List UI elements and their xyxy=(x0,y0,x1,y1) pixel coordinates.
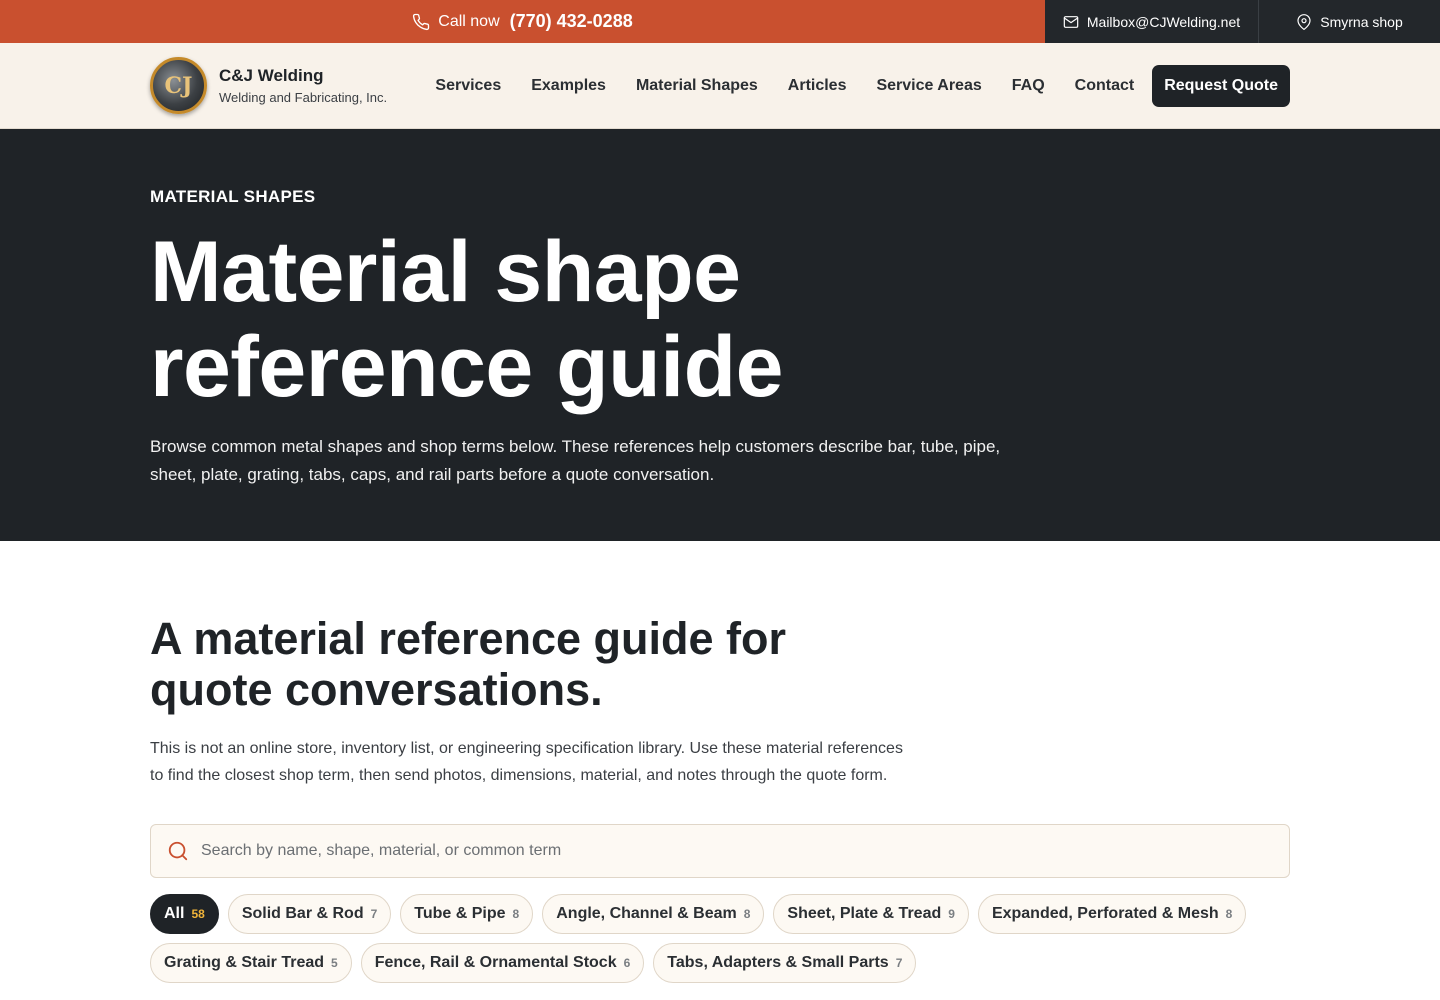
nav-material-shapes[interactable]: Material Shapes xyxy=(621,77,773,95)
filter-chip-grating-stair-tread[interactable]: Grating & Stair Tread 5 xyxy=(150,943,352,983)
site-header: CJ C&J Welding Welding and Fabricating, … xyxy=(0,43,1440,129)
hero-title-line-2: reference guide xyxy=(150,319,783,415)
filter-chip-label: Expanded, Perforated & Mesh xyxy=(991,905,1219,922)
filter-chip-tube-pipe[interactable]: Tube & Pipe 8 xyxy=(400,894,534,934)
filter-chip-label: Tabs, Adapters & Small Parts xyxy=(667,954,889,971)
brand-name: C&J Welding xyxy=(219,66,324,85)
filter-chip-label: Fence, Rail & Ornamental Stock xyxy=(374,954,617,971)
phone-icon xyxy=(413,13,430,30)
hero-title: Material shape reference guide xyxy=(150,225,1290,415)
filter-chip-label: Tube & Pipe xyxy=(414,905,506,922)
filter-chip-tabs-adapters-small-parts[interactable]: Tabs, Adapters & Small Parts 7 xyxy=(653,943,917,983)
filter-chip-count: 5 xyxy=(331,956,338,970)
category-filter-chips: All 58 Solid Bar & Rod 7 Tube & Pipe 8 Angle, … xyxy=(150,894,1290,983)
search-input[interactable] xyxy=(201,842,1201,860)
phone-number: (770) 432-0288 xyxy=(509,11,633,31)
hero-eyebrow: MATERIAL SHAPES xyxy=(150,187,316,206)
call-now-link[interactable]: Call now (770) 432-0288 xyxy=(0,0,1045,43)
filter-chip-count: 6 xyxy=(623,956,631,970)
nav-articles[interactable]: Articles xyxy=(773,77,862,95)
location-label: Smyrna shop xyxy=(1320,13,1403,30)
logo-glyph: CJ xyxy=(164,72,193,99)
filter-chip-solid-bar-rod[interactable]: Solid Bar & Rod 7 xyxy=(227,894,392,934)
hero-description: Browse common metal shapes and shop term… xyxy=(150,437,1001,484)
filter-chip-fence-rail-ornamental-stock[interactable]: Fence, Rail & Ornamental Stock 6 xyxy=(360,943,645,983)
email-link[interactable]: Mailbox@CJWelding.net xyxy=(1045,0,1259,43)
section-description: This is not an online store, inventory l… xyxy=(150,740,903,784)
filter-chip-expanded-perforated-mesh[interactable]: Expanded, Perforated & Mesh 8 xyxy=(977,894,1247,934)
filter-chip-angle-channel-beam[interactable]: Angle, Channel & Beam 8 xyxy=(542,894,765,934)
section-title: A material reference guide for quote con… xyxy=(150,613,787,715)
company-logo: CJ xyxy=(150,57,207,114)
reference-section: A material reference guide for quote con… xyxy=(0,541,1440,983)
filter-chip-count: 8 xyxy=(743,907,751,921)
filter-chip-count: 8 xyxy=(512,907,520,921)
filter-chip-label: Grating & Stair Tread xyxy=(164,954,325,971)
hero-title-line-1: Material shape xyxy=(150,224,741,320)
search-box xyxy=(150,824,1290,878)
brand-home-link[interactable]: CJ C&J Welding Welding and Fabricating, … xyxy=(150,57,387,114)
mail-icon xyxy=(1063,15,1079,28)
top-bar: Call now (770) 432-0288 Mailbox@CJWeldin… xyxy=(0,0,1440,43)
request-quote-button[interactable]: Request Quote xyxy=(1152,64,1290,107)
filter-chip-count: 58 xyxy=(191,907,205,921)
filter-chip-label: Sheet, Plate & Tread xyxy=(787,905,942,922)
email-address: Mailbox@CJWelding.net xyxy=(1086,13,1241,30)
filter-chip-label: Solid Bar & Rod xyxy=(241,905,364,922)
filter-chip-count: 7 xyxy=(370,907,378,921)
filter-chip-count: 8 xyxy=(1225,907,1233,921)
nav-services[interactable]: Services xyxy=(420,77,516,95)
filter-chip-count: 9 xyxy=(948,907,955,921)
filter-chip-label: All xyxy=(164,905,185,922)
filter-chip-label: Angle, Channel & Beam xyxy=(556,905,737,922)
main-nav: Services Examples Material Shapes Articl… xyxy=(420,64,1290,107)
nav-service-areas[interactable]: Service Areas xyxy=(861,77,996,95)
brand-text: C&J Welding Welding and Fabricating, Inc… xyxy=(219,66,387,105)
location-pin-icon xyxy=(1297,13,1311,30)
nav-faq[interactable]: FAQ xyxy=(997,77,1060,95)
brand-subtitle: Welding and Fabricating, Inc. xyxy=(219,90,388,105)
nav-contact[interactable]: Contact xyxy=(1060,77,1150,95)
call-now-label: Call now xyxy=(438,12,500,30)
filter-chip-all[interactable]: All 58 xyxy=(150,894,219,934)
filter-chip-sheet-plate-tread[interactable]: Sheet, Plate & Tread 9 xyxy=(773,894,969,934)
search-icon xyxy=(168,841,188,861)
nav-examples[interactable]: Examples xyxy=(516,77,621,95)
hero-section: MATERIAL SHAPES Material shape reference… xyxy=(0,129,1440,541)
filter-chip-count: 7 xyxy=(895,956,903,970)
location-link[interactable]: Smyrna shop xyxy=(1259,0,1440,43)
